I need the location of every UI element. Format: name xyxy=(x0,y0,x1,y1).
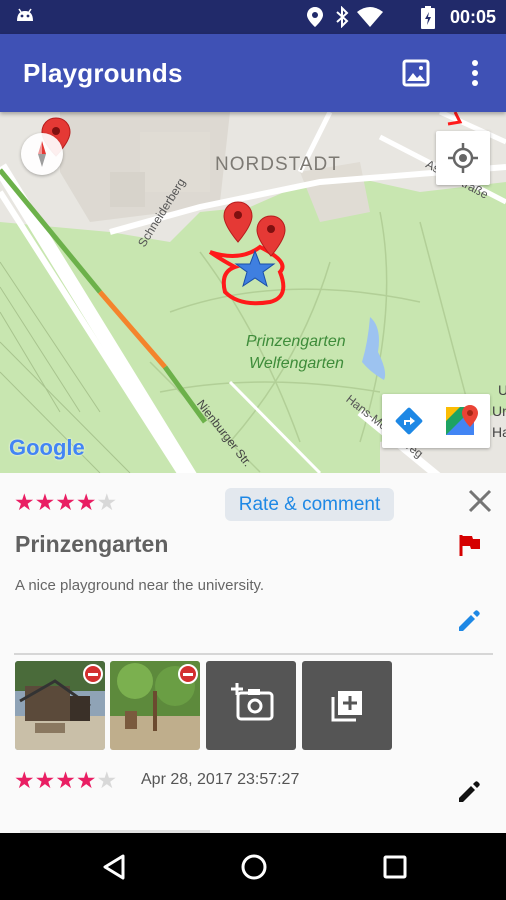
playground-detail-panel: ★★★★★ Rate & comment Prinzengarten A nic… xyxy=(0,473,506,833)
android-icon xyxy=(14,6,36,33)
map-edge-text: Un xyxy=(492,403,506,419)
more-vert-icon[interactable] xyxy=(466,58,484,93)
playground-description: A nice playground near the university. xyxy=(15,577,265,594)
back-icon[interactable] xyxy=(101,853,127,886)
add-from-library-button[interactable] xyxy=(302,661,392,750)
app-bar: Playgrounds xyxy=(0,34,506,112)
remove-photo-icon[interactable] xyxy=(178,664,198,684)
home-icon[interactable] xyxy=(240,853,268,886)
star-filled-icon: ★ xyxy=(55,767,76,793)
map-park-label-1: Prinzengarten xyxy=(246,333,346,350)
edit-description-icon[interactable] xyxy=(456,608,482,639)
star-filled-icon: ★ xyxy=(14,489,35,515)
star-filled-icon: ★ xyxy=(75,489,97,515)
status-time: 00:05 xyxy=(449,7,496,27)
star-empty-icon: ★ xyxy=(96,767,118,793)
add-from-library-icon xyxy=(331,691,362,722)
compass-icon[interactable] xyxy=(21,133,63,175)
divider xyxy=(14,653,493,655)
google-logo: Google xyxy=(9,435,85,460)
edit-review-icon[interactable] xyxy=(456,779,482,810)
recents-icon[interactable] xyxy=(382,854,408,885)
playground-name: Prinzengarten xyxy=(15,531,169,557)
report-flag-icon[interactable] xyxy=(458,533,482,562)
image-icon[interactable] xyxy=(402,59,430,92)
review-rating-stars: ★★★★★ xyxy=(14,769,117,793)
navigation-bar xyxy=(0,833,506,900)
remove-photo-icon[interactable] xyxy=(83,664,103,684)
map-view[interactable]: NORDSTADT Prinzengarten Welfengarten Sch… xyxy=(0,112,506,473)
star-filled-icon: ★ xyxy=(14,767,35,793)
star-filled-icon: ★ xyxy=(75,767,97,793)
star-filled-icon: ★ xyxy=(55,489,76,515)
map-toolbar xyxy=(382,394,490,448)
add-a-photo-icon xyxy=(231,683,274,721)
close-icon[interactable] xyxy=(467,488,493,519)
review-date: Apr 28, 2017 23:57:27 xyxy=(141,771,300,788)
location-icon xyxy=(306,6,324,33)
map-district-label: NORDSTADT xyxy=(215,154,341,175)
directions-icon[interactable] xyxy=(392,404,426,443)
battery-charging-icon xyxy=(420,6,436,35)
google-maps-icon[interactable] xyxy=(444,403,480,444)
wifi-icon xyxy=(356,6,384,33)
star-filled-icon: ★ xyxy=(34,489,56,515)
bluetooth-icon xyxy=(334,5,350,33)
map-park-label-2: Welfengarten xyxy=(249,355,344,372)
map-edge-text: Ha xyxy=(492,424,506,440)
map-edge-text: U xyxy=(498,382,506,398)
status-bar: 00:05 xyxy=(0,0,506,34)
rate-comment-button[interactable]: Rate & comment xyxy=(225,488,394,521)
my-location-icon xyxy=(448,143,478,173)
take-photo-button[interactable] xyxy=(206,661,296,750)
my-location-button[interactable] xyxy=(436,131,490,185)
rating-stars: ★★★★★ xyxy=(14,491,117,515)
app-title: Playgrounds xyxy=(23,58,183,88)
star-filled-icon: ★ xyxy=(34,767,56,793)
star-empty-icon: ★ xyxy=(96,489,118,515)
